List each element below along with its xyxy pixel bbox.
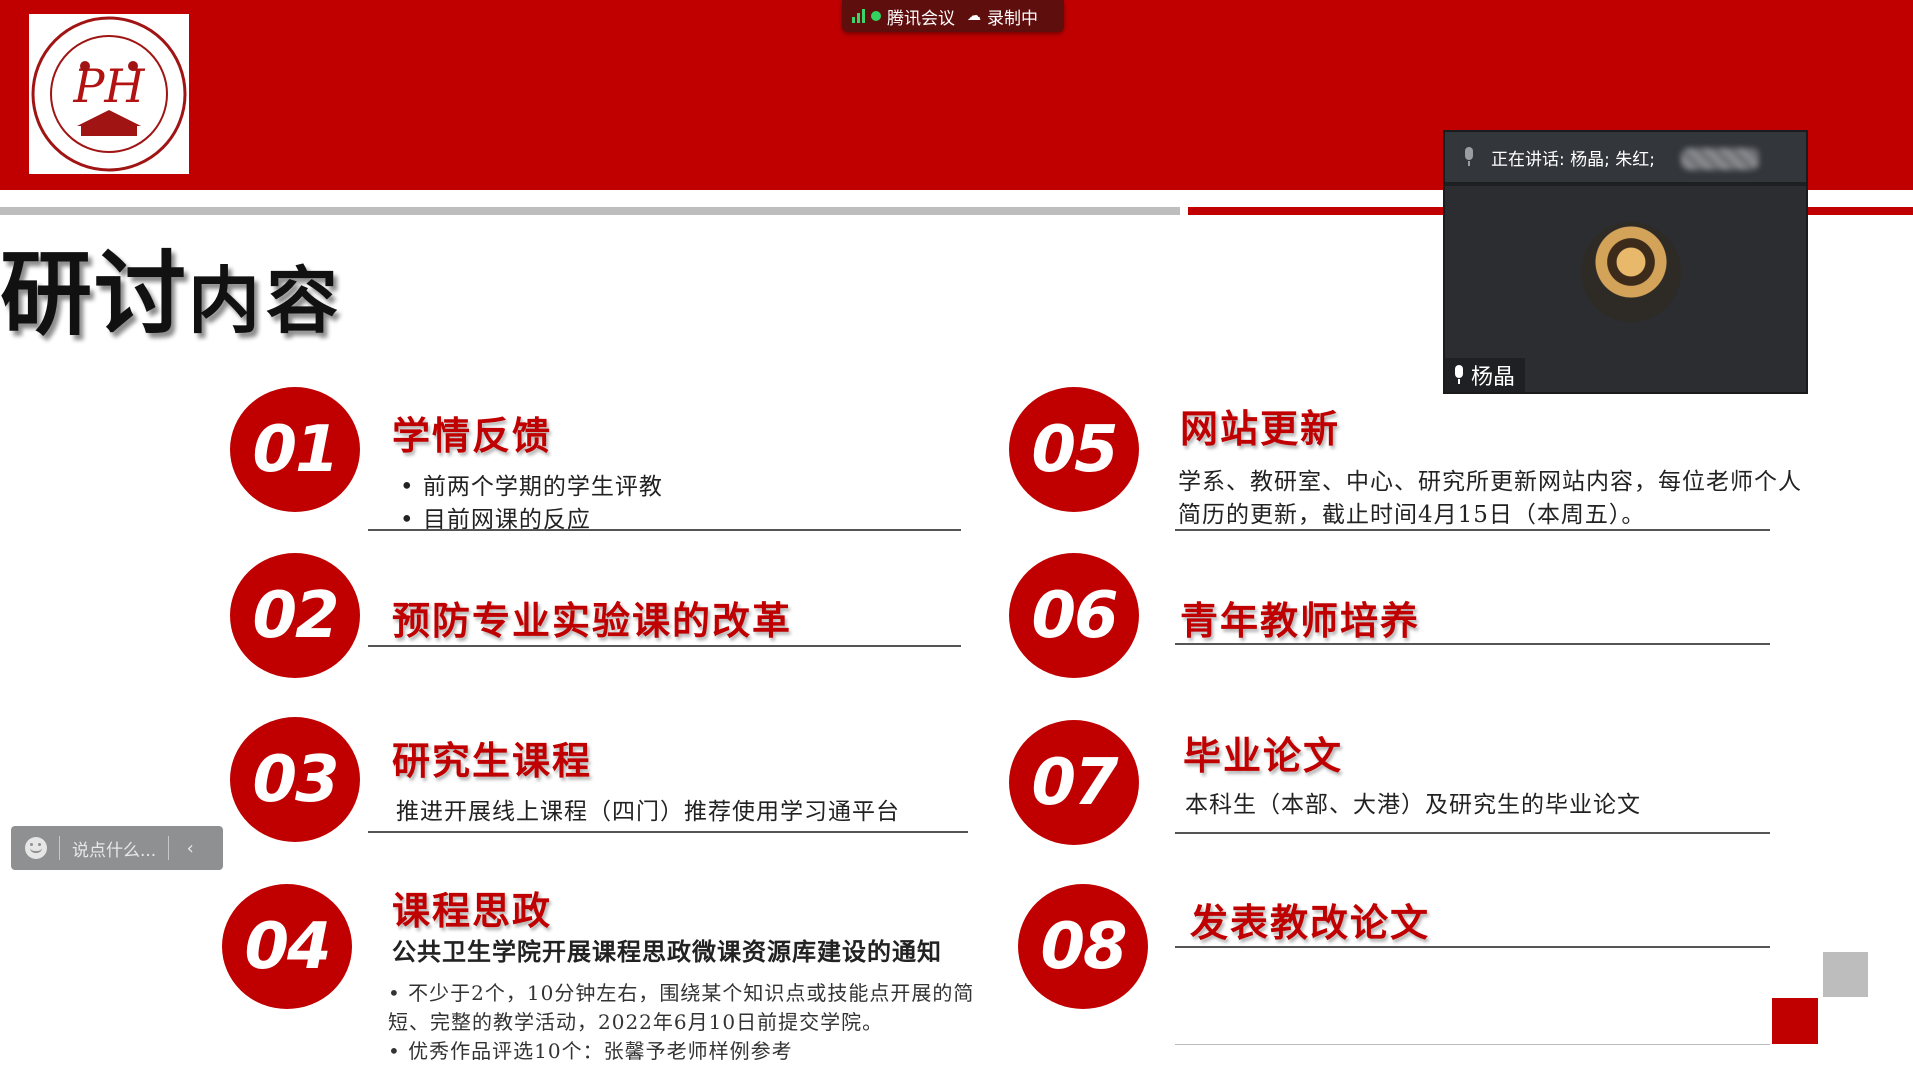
cloud-icon: ☁ bbox=[967, 8, 981, 24]
blurred-name bbox=[1681, 148, 1759, 170]
item-number-badge: 02 bbox=[230, 553, 360, 678]
item-line: 本科生（本部、大港）及研究生的毕业论文 bbox=[1185, 792, 1641, 818]
item-number-badge: 03 bbox=[230, 717, 360, 842]
item-title: 网站更新 bbox=[1180, 406, 1341, 451]
item-number-badge: 06 bbox=[1009, 553, 1139, 678]
bottom-divider bbox=[1175, 1044, 1770, 1045]
signal-icon bbox=[852, 9, 865, 23]
item-underline bbox=[1175, 529, 1770, 531]
item-underline bbox=[1175, 832, 1770, 834]
item-number-badge: 01 bbox=[230, 387, 360, 512]
item-title: 学情反馈 bbox=[392, 413, 553, 458]
item-underline bbox=[368, 831, 968, 833]
meeting-status-bar[interactable]: 腾讯会议 ☁ 录制中 bbox=[842, 0, 1064, 32]
video-panel[interactable]: 正在讲话: 杨晶; 朱红; 杨晶 bbox=[1443, 130, 1808, 394]
decor-red-square bbox=[1772, 998, 1818, 1044]
item-line: 公共卫生学院开展课程思政微课资源库建设的通知 bbox=[392, 937, 942, 966]
divider-gray bbox=[0, 207, 1180, 215]
item-underline bbox=[368, 529, 961, 531]
chevron-left-icon[interactable]: ‹ bbox=[181, 838, 199, 859]
chat-input-bar[interactable]: 说点什么... ‹ bbox=[11, 826, 223, 870]
item-line: 简历的更新，截止时间4月15日（本周五）。 bbox=[1178, 502, 1646, 528]
item-title: 青年教师培养 bbox=[1180, 598, 1421, 643]
item-title: 预防专业实验课的改革 bbox=[392, 598, 793, 643]
item-underline bbox=[368, 645, 961, 647]
item-underline bbox=[1175, 643, 1770, 645]
page-title-part1: 研讨 bbox=[0, 240, 189, 348]
mic-icon bbox=[1463, 147, 1475, 167]
school-logo: PH bbox=[29, 14, 189, 174]
speaking-label: 正在讲话: 杨晶; 朱红; bbox=[1491, 149, 1655, 170]
participant-name: 杨晶 bbox=[1471, 365, 1516, 390]
item-title: 研究生课程 bbox=[392, 738, 593, 783]
recording-status: 录制中 bbox=[987, 8, 1038, 29]
page-title-part2: 内容 bbox=[188, 258, 345, 343]
item-title: 毕业论文 bbox=[1183, 733, 1344, 778]
item-number-badge: 04 bbox=[222, 884, 352, 1009]
item-line: • 优秀作品评选10个：张馨予老师样例参考 bbox=[388, 1039, 793, 1063]
page-title: 研讨内容 bbox=[0, 220, 344, 353]
item-number-badge: 08 bbox=[1018, 884, 1148, 1009]
item-title: 课程思政 bbox=[392, 888, 553, 933]
chat-separator bbox=[59, 836, 60, 860]
decor-gray-square bbox=[1823, 952, 1868, 997]
chat-separator bbox=[168, 836, 170, 860]
item-title: 发表教改论文 bbox=[1190, 900, 1431, 945]
meeting-app-name: 腾讯会议 bbox=[887, 8, 955, 29]
item-line: • 前两个学期的学生评教 bbox=[400, 474, 663, 500]
item-line: • 不少于2个，10分钟左右，围绕某个知识点或技能点开展的简 bbox=[388, 981, 975, 1005]
smile-icon[interactable] bbox=[25, 837, 47, 859]
item-line: 短、完整的教学活动，2022年6月10日前提交学院。 bbox=[388, 1010, 884, 1034]
chat-placeholder[interactable]: 说点什么... bbox=[72, 836, 156, 861]
item-line: 推进开展线上课程（四门）推荐使用学习通平台 bbox=[396, 799, 900, 825]
item-number-badge: 07 bbox=[1009, 720, 1139, 845]
live-dot-icon bbox=[871, 11, 881, 21]
avatar[interactable] bbox=[1581, 222, 1681, 322]
item-number-badge: 05 bbox=[1009, 387, 1139, 512]
item-line: 学系、教研室、中心、研究所更新网站内容，每位老师个人 bbox=[1178, 469, 1802, 495]
mic-icon bbox=[1453, 365, 1465, 385]
participant-name-tag: 杨晶 bbox=[1445, 358, 1526, 392]
item-underline bbox=[1175, 946, 1770, 948]
